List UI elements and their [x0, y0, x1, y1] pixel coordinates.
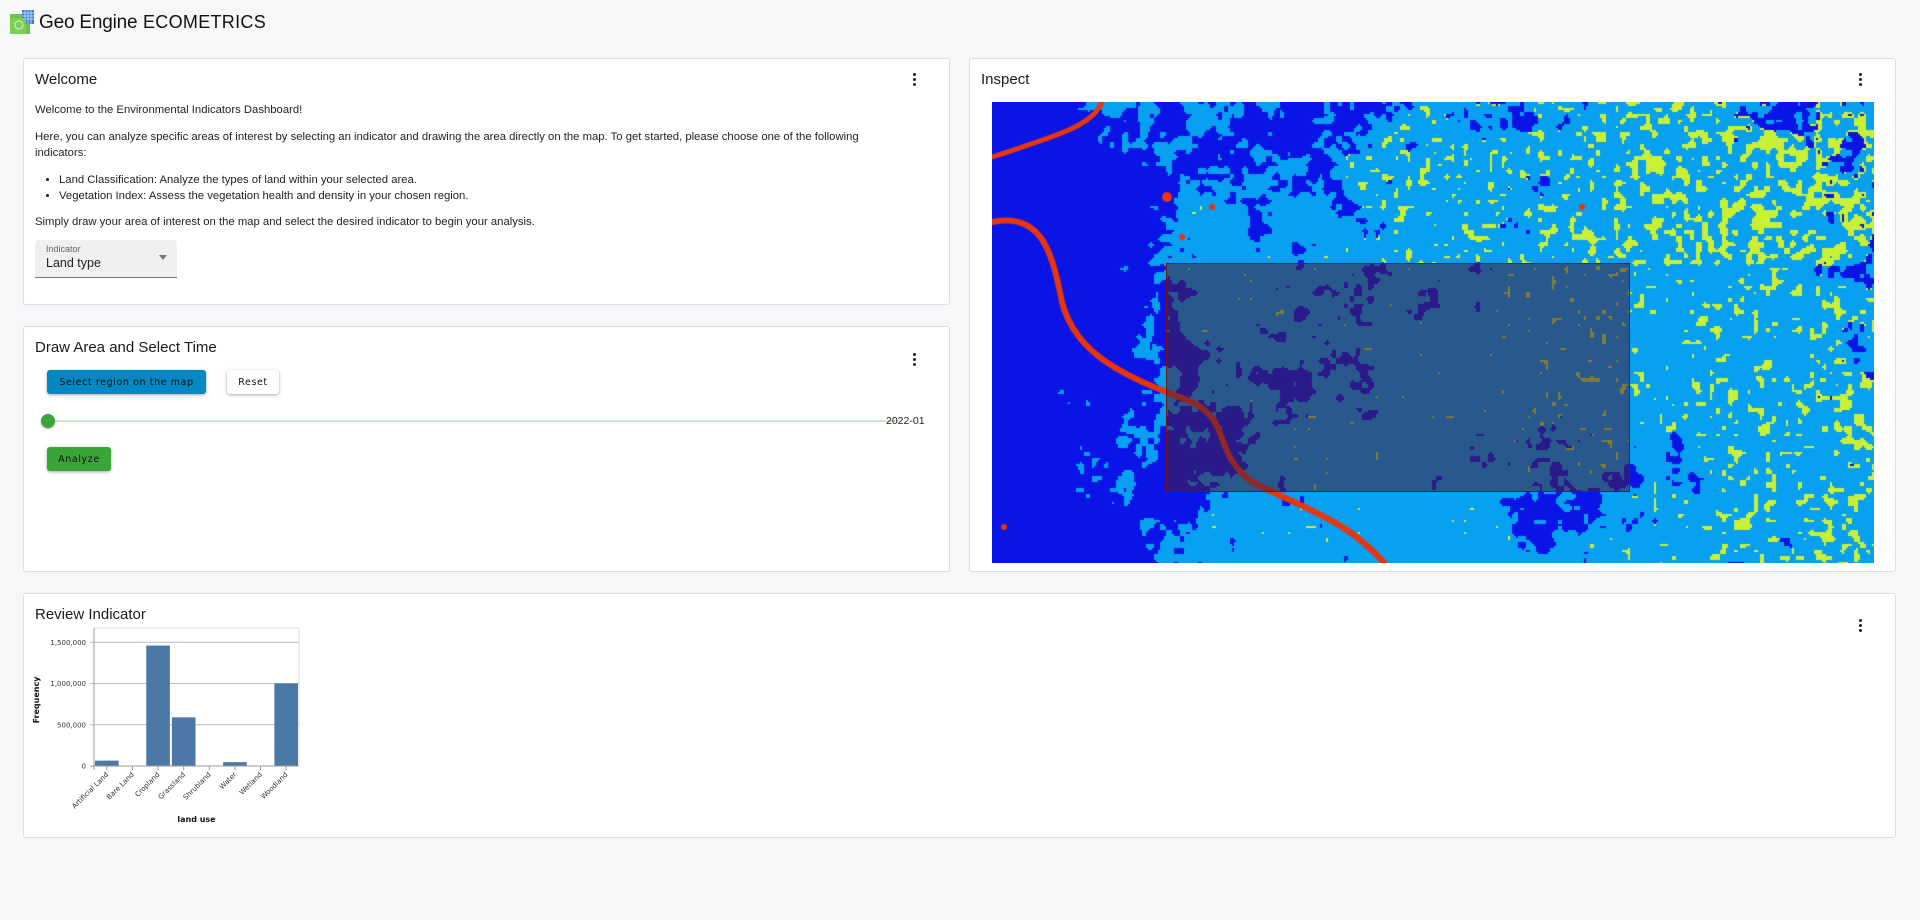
selected-region-rectangle[interactable] — [1166, 263, 1630, 492]
reset-button[interactable]: Reset — [227, 370, 279, 394]
bar-water[interactable] — [223, 762, 247, 766]
indicator-select-value: Land type — [46, 256, 101, 270]
inspect-title: Inspect — [981, 71, 1030, 88]
select-region-button[interactable]: Select region on the map — [47, 370, 206, 394]
x-tick-label: Woodland — [259, 771, 289, 801]
y-tick-label: 1,500,000 — [50, 639, 86, 647]
time-slider-track[interactable] — [46, 420, 899, 422]
indicator-list-item: Land Classification: Analyze the types o… — [59, 172, 468, 188]
geo-engine-logo-icon — [10, 10, 34, 34]
indicator-select-label: Indicator — [46, 244, 81, 254]
dropdown-arrow-icon — [159, 255, 167, 260]
x-tick-label: Bare Land — [105, 771, 136, 802]
brand-name: Geo Engine — [39, 12, 138, 33]
welcome-paragraph-line2: indicators: — [35, 147, 87, 159]
draw-area-card: Draw Area and Select Time Select region … — [23, 326, 950, 572]
map-view[interactable] — [992, 102, 1874, 563]
bar-artificial-land[interactable] — [95, 760, 119, 766]
draw-area-title: Draw Area and Select Time — [35, 339, 217, 356]
y-tick-label: 0 — [82, 763, 86, 771]
x-axis-title: land use — [177, 815, 216, 824]
analyze-button[interactable]: Analyze — [47, 447, 111, 471]
x-tick-label: Artificial Land — [71, 771, 111, 811]
y-axis-title: Frequency — [32, 676, 41, 724]
x-tick-label: Wetland — [238, 771, 264, 797]
more-vert-icon[interactable] — [1854, 617, 1868, 635]
x-tick-label: Water — [218, 771, 238, 791]
time-slider-value: 2022-01 — [886, 415, 925, 427]
welcome-title: Welcome — [35, 71, 98, 88]
more-vert-icon[interactable] — [1854, 71, 1868, 89]
welcome-closing: Simply draw your area of interest on the… — [35, 216, 535, 228]
y-tick-label: 1,000,000 — [50, 680, 86, 688]
welcome-paragraph-line1: Here, you can analyze specific areas of … — [35, 131, 859, 143]
land-use-bar-chart: 0 500,000 1,000,000 1,500,000 Artificial La… — [32, 627, 300, 824]
indicator-select[interactable]: Indicator Land type — [35, 240, 177, 278]
time-slider-thumb[interactable] — [41, 414, 55, 428]
bar-grassland[interactable] — [171, 717, 196, 766]
indicator-list-item: Vegetation Index: Assess the vegetation … — [59, 188, 468, 204]
bar-cropland[interactable] — [146, 645, 170, 766]
inspect-card: Inspect — [969, 58, 1896, 572]
top-bar: Geo Engine ECOMETRICS — [0, 0, 1920, 46]
x-tick-label: Shrubland — [182, 771, 213, 802]
y-tick-label: 500,000 — [57, 721, 86, 729]
bar-woodland[interactable] — [274, 683, 298, 767]
welcome-card: Welcome Welcome to the Environmental Ind… — [23, 58, 950, 305]
review-indicator-card: Review Indicator 0 500,000 1,000,000 1,500,… — [23, 593, 1896, 838]
more-vert-icon[interactable] — [908, 351, 922, 369]
indicator-list: Land Classification: Analyze the types o… — [35, 172, 468, 204]
app-title: ECOMETRICS — [143, 12, 267, 32]
more-vert-icon[interactable] — [908, 71, 922, 89]
welcome-intro: Welcome to the Environmental Indicators … — [35, 104, 303, 116]
